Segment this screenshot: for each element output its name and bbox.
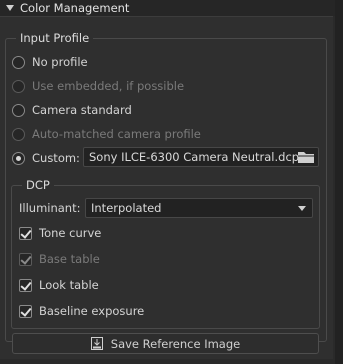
radio-button[interactable] [12,151,25,165]
chevron-down-icon [298,206,306,211]
checkbox[interactable] [19,226,32,240]
save-reference-image-label: Save Reference Image [110,336,241,351]
collapse-triangle-icon[interactable] [6,5,14,11]
radio-button[interactable] [12,127,25,141]
radio-label: Camera standard [32,103,132,117]
radio-label: No profile [32,55,88,69]
checkbox-label: Baseline exposure [39,304,145,318]
checkbox[interactable] [19,304,32,318]
custom-profile-filename: Sony ILCE-6300 Camera Neutral.dcp [89,150,300,164]
check-baseline-exposure[interactable]: Baseline exposure [19,301,144,321]
radio-button[interactable] [12,103,25,117]
color-management-panel: Input Profile No profile Use embedded, i… [0,16,333,359]
save-reference-image-button[interactable]: Save Reference Image [12,333,319,354]
input-profile-title: Input Profile [16,31,94,45]
section-header[interactable]: Color Management [0,0,343,16]
folder-open-icon[interactable] [297,150,315,164]
illuminant-row: Illuminant: [19,198,80,218]
check-look-table[interactable]: Look table [19,275,99,295]
illuminant-value: Interpolated [91,201,162,215]
checkbox[interactable] [19,252,32,266]
section-title: Color Management [20,1,130,15]
custom-profile-file-field[interactable]: Sony ILCE-6300 Camera Neutral.dcp [83,147,319,167]
radio-label: Use embedded, if possible [32,79,185,93]
radio-camera-standard[interactable]: Camera standard [12,100,132,120]
radio-use-embedded[interactable]: Use embedded, if possible [12,76,184,96]
radio-label: Custom: [32,151,80,165]
radio-custom[interactable]: Custom: [12,148,80,168]
radio-no-profile[interactable]: No profile [12,52,88,72]
checkbox-label: Base table [39,252,100,266]
illuminant-select[interactable]: Interpolated [85,198,313,218]
check-tone-curve[interactable]: Tone curve [19,223,101,243]
checkbox-label: Look table [39,278,99,292]
check-base-table[interactable]: Base table [19,249,100,269]
scrollbar[interactable] [335,0,343,364]
illuminant-label: Illuminant: [19,201,81,215]
save-image-icon [90,337,103,350]
radio-button[interactable] [12,79,25,93]
checkbox-label: Tone curve [39,226,102,240]
dcp-title: DCP [22,178,54,192]
checkbox[interactable] [19,278,32,292]
radio-label: Auto-matched camera profile [32,127,201,141]
radio-auto-matched[interactable]: Auto-matched camera profile [12,124,201,144]
radio-button[interactable] [12,55,25,69]
